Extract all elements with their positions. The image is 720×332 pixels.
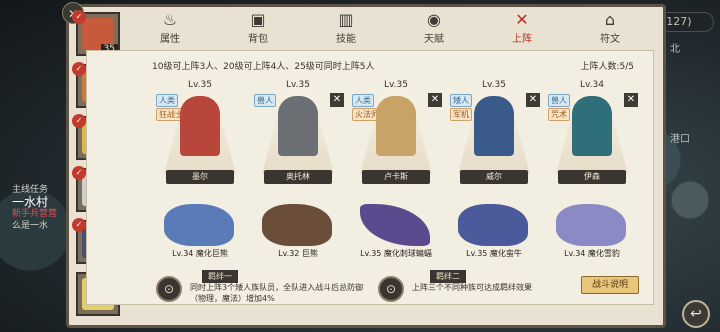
bull-icon	[458, 204, 528, 246]
class-badge: 军机	[450, 108, 472, 121]
tab-backpack[interactable]: ▣ 背包	[228, 10, 288, 45]
hero-level: Lv.35	[286, 80, 310, 90]
hero-level: Lv.35	[188, 80, 212, 90]
race-badge: 人类	[352, 94, 374, 107]
hero-figure	[474, 96, 514, 156]
race-badge: 人类	[156, 94, 178, 107]
hero-slot-4[interactable]: Lv.35 矮人 军机 ✕ 威尔	[448, 78, 540, 188]
hero-level: Lv.34	[580, 80, 604, 90]
map-port-label: 港口	[670, 134, 690, 145]
remove-hero-button[interactable]: ✕	[428, 93, 442, 107]
tower-icon: ⌂	[604, 10, 616, 29]
tab-talent[interactable]: ◉ 天赋	[404, 10, 464, 45]
party-count: 上阵人数:5/5	[580, 62, 634, 72]
pet-name: Lv.35 魔化刺球蝙蝠	[360, 249, 432, 258]
class-badge: 咒术	[548, 108, 570, 121]
pet-name: Lv.32 巨熊	[278, 249, 318, 258]
book-icon: ▥	[338, 10, 354, 29]
bond-1[interactable]: ⊙ 羁绊一 同时上阵3个矮人族队员，全队进入战斗后总防御（物理，魔法）增加4%	[150, 270, 370, 310]
tab-label: 符文	[600, 34, 620, 45]
hero-figure	[278, 96, 318, 156]
hero-slot-3[interactable]: Lv.35 人类 火法师 ✕ 卢卡斯	[350, 78, 442, 188]
quest-line-2: 新手兵营营	[12, 209, 58, 219]
flame-icon: ♨	[162, 10, 178, 29]
remove-hero-button[interactable]: ✕	[330, 93, 344, 107]
bear-icon	[262, 204, 332, 246]
tab-label: 背包	[248, 34, 268, 45]
hero-slot-5[interactable]: Lv.34 兽人 咒术 ✕ 伊森	[546, 78, 638, 188]
pet-name: Lv.34 魔化雪豹	[564, 249, 620, 258]
bond-emblem-icon: ⊙	[378, 276, 404, 302]
tab-runes[interactable]: ⌂ 符文	[580, 10, 640, 45]
bear-icon	[164, 204, 234, 246]
pet-name: Lv.35 魔化蛮牛	[466, 249, 522, 258]
hero-name: 墨尔	[166, 170, 234, 184]
hero-figure	[572, 96, 612, 156]
hero-level: Lv.35	[384, 80, 408, 90]
hero-name: 奥托林	[264, 170, 332, 184]
crossed-swords-icon: ✕	[515, 10, 529, 29]
selected-check-icon: ✓	[72, 218, 86, 232]
pet-slot-3[interactable]: Lv.35 魔化刺球蝙蝠	[348, 200, 444, 262]
bond-desc: 上阵三个不同种族可达成羁绊效果	[412, 283, 532, 292]
hero-name: 威尔	[460, 170, 528, 184]
hero-slot-2[interactable]: Lv.35 兽人 ✕ 奥托林	[252, 78, 344, 188]
race-badge: 兽人	[254, 94, 276, 107]
tab-bar: ♨ 属性 ▣ 背包 ▥ 技能 ◉ 天赋 ✕ 上阵 ⌂ 符文	[140, 10, 640, 45]
pet-slot-1[interactable]: Lv.34 魔化巨熊	[152, 200, 248, 262]
back-button[interactable]: ↩	[682, 300, 710, 328]
bat-icon	[360, 204, 430, 246]
tab-label: 技能	[336, 34, 356, 45]
tab-formation[interactable]: ✕ 上阵	[492, 10, 552, 45]
selected-check-icon: ✓	[72, 62, 86, 76]
hero-level: Lv.35	[482, 80, 506, 90]
bond-2[interactable]: ⊙ 羁绊二 上阵三个不同种族可达成羁绊效果	[378, 270, 574, 310]
selected-check-icon: ✓	[72, 114, 86, 128]
quest-line-1: 一水村	[12, 195, 49, 209]
hero-name: 伊森	[558, 170, 626, 184]
tab-label: 上阵	[512, 34, 532, 45]
tab-label: 天赋	[424, 34, 444, 45]
bond-emblem-icon: ⊙	[156, 276, 182, 302]
leopard-icon	[556, 204, 626, 246]
pet-name: Lv.34 魔化巨熊	[172, 249, 228, 258]
hero-figure	[180, 96, 220, 156]
selected-check-icon: ✓	[72, 10, 86, 24]
tab-label: 属性	[160, 34, 180, 45]
tab-skills[interactable]: ▥ 技能	[316, 10, 376, 45]
battle-info-button[interactable]: 战斗说明	[581, 276, 639, 294]
tab-attributes[interactable]: ♨ 属性	[140, 10, 200, 45]
pet-slot-5[interactable]: Lv.34 魔化雪豹	[544, 200, 640, 262]
quest-tracker[interactable]: 主线任务 一水村 新手兵营营 么是一水	[12, 184, 72, 232]
selected-check-icon: ✓	[72, 166, 86, 180]
eye-icon: ◉	[427, 10, 441, 29]
backpack-icon: ▣	[250, 10, 266, 29]
pet-slot-4[interactable]: Lv.35 魔化蛮牛	[446, 200, 542, 262]
quest-line-3: 么是一水	[12, 221, 49, 231]
hero-slot-1[interactable]: Lv.35 人类 狂战士 墨尔	[154, 78, 246, 188]
pet-slot-2[interactable]: Lv.32 巨熊	[250, 200, 346, 262]
hero-figure	[376, 96, 416, 156]
bond-desc: 同时上阵3个矮人族队员，全队进入战斗后总防御（物理，魔法）增加4%	[190, 283, 364, 303]
remove-hero-button[interactable]: ✕	[526, 93, 540, 107]
remove-hero-button[interactable]: ✕	[624, 93, 638, 107]
formation-rule-text: 10级可上阵3人、20级可上阵4人、25级可同时上阵5人	[152, 62, 375, 72]
race-badge: 矮人	[450, 94, 472, 107]
race-badge: 兽人	[548, 94, 570, 107]
hero-name: 卢卡斯	[362, 170, 430, 184]
map-north-label: 北	[670, 44, 680, 55]
bond-bar: ⊙ 羁绊一 同时上阵3个矮人族队员，全队进入战斗后总防御（物理，魔法）增加4% …	[150, 270, 644, 310]
